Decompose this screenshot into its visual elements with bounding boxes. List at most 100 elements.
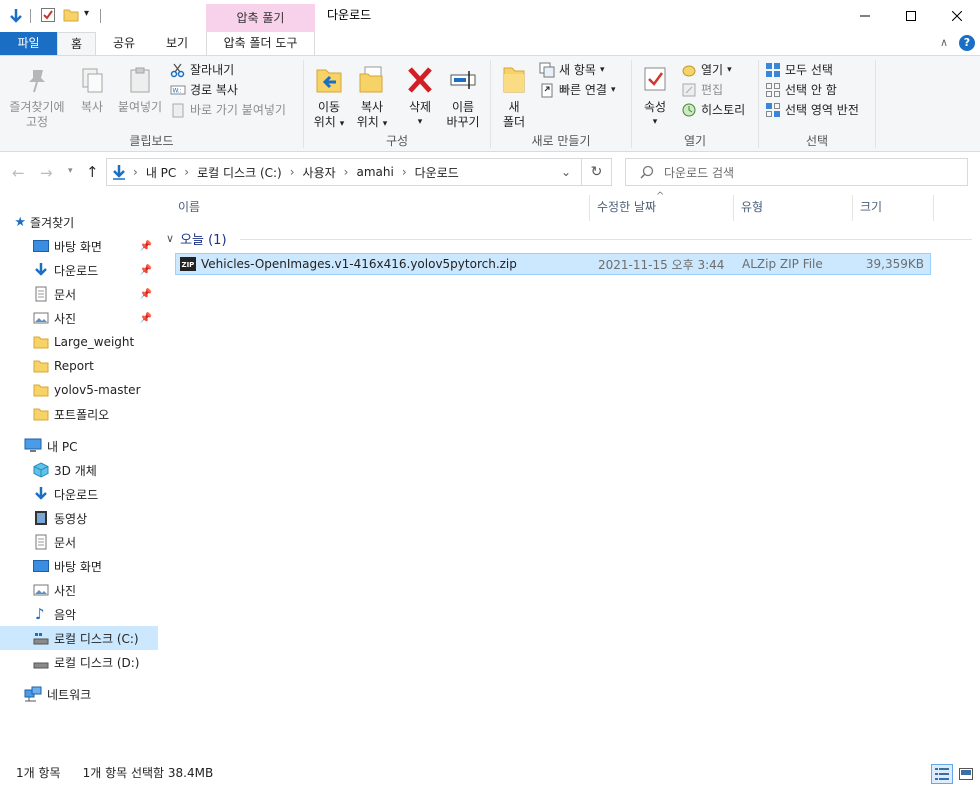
search-icon: [640, 165, 654, 179]
maximize-button[interactable]: [888, 0, 934, 32]
new-item-button[interactable]: 새 항목 ▾: [539, 60, 616, 80]
forward-arrow-icon[interactable]: →: [40, 164, 53, 182]
minimize-icon: [860, 15, 870, 17]
nav-quick-access[interactable]: ★ 즐겨찾기: [0, 210, 158, 234]
group-header-today[interactable]: ∨ 오늘 (1): [166, 227, 972, 249]
column-header-type[interactable]: 유형: [735, 195, 853, 221]
nav-desktop[interactable]: 바탕 화면 📌: [0, 234, 158, 258]
invert-selection-label: 선택 영역 반전: [785, 103, 859, 117]
window-title: 다운로드: [327, 8, 372, 22]
cut-button[interactable]: 잘라내기: [170, 60, 286, 80]
quick-access-down-arrow-icon[interactable]: [8, 7, 24, 28]
delete-button[interactable]: 삭제 ▾: [400, 64, 440, 130]
nav-pc-documents[interactable]: 문서: [0, 530, 158, 554]
details-view-icon: [935, 768, 949, 780]
select-all-button[interactable]: 모두 선택: [765, 60, 859, 80]
details-view-button[interactable]: [931, 764, 953, 784]
select-all-label: 모두 선택: [785, 63, 833, 77]
copy-path-label: 경로 복사: [190, 83, 238, 97]
tab-home[interactable]: 홈: [57, 32, 96, 55]
column-header-name[interactable]: 이름: [172, 195, 590, 221]
desktop-icon: [33, 560, 49, 572]
open-button[interactable]: 열기 ▾: [681, 60, 745, 80]
nav-folder-large-weight[interactable]: Large_weight: [0, 330, 158, 354]
copy-to-button[interactable]: 복사 위치 ▾: [350, 64, 394, 132]
new-folder-label-line1: 새: [508, 100, 520, 114]
refresh-icon: ↻: [590, 164, 603, 180]
new-folder-button[interactable]: 새 폴더: [494, 64, 534, 130]
nav-videos[interactable]: 동영상: [0, 506, 158, 530]
nav-pc-pictures[interactable]: 사진: [0, 578, 158, 602]
sort-caret-icon: ^: [656, 191, 665, 202]
search-box[interactable]: 다운로드 검색: [625, 158, 968, 186]
history-label: 히스토리: [701, 103, 746, 117]
recent-locations-chevron-icon[interactable]: ▾: [68, 166, 73, 176]
nav-3d-objects[interactable]: 3D 개체: [0, 458, 158, 482]
delete-x-icon: [408, 67, 432, 93]
nav-network[interactable]: 네트워크: [0, 682, 158, 706]
group-collapse-chevron-icon[interactable]: ∨: [166, 232, 174, 245]
rename-label-line2: 바꾸기: [446, 115, 480, 129]
nav-local-disk-d-label: 로컬 디스크 (D:): [54, 655, 140, 670]
videos-icon: [35, 511, 47, 525]
large-icons-view-button[interactable]: [955, 764, 977, 784]
new-folder-icon[interactable]: [63, 7, 79, 26]
nav-downloads[interactable]: 다운로드 📌: [0, 258, 158, 282]
back-arrow-icon[interactable]: ←: [12, 164, 25, 182]
history-button[interactable]: 히스토리: [681, 100, 745, 120]
invert-selection-button[interactable]: 선택 영역 반전: [765, 100, 859, 120]
nav-local-disk-d[interactable]: 로컬 디스크 (D:): [0, 650, 158, 674]
tab-compressed-folder-tools[interactable]: 압축 폴더 도구: [206, 32, 315, 55]
properties-button[interactable]: 속성 ▾: [635, 64, 675, 130]
column-header-size[interactable]: 크기: [854, 195, 934, 221]
address-bar[interactable]: › 내 PC › 로컬 디스크 (C:) › 사용자 › amahi › 다운로…: [106, 158, 582, 186]
nav-music[interactable]: ♪ 음악: [0, 602, 158, 626]
nav-folder-yolov5-master[interactable]: yolov5-master: [0, 378, 158, 402]
properties-check-icon[interactable]: [40, 7, 56, 26]
nav-pictures[interactable]: 사진 📌: [0, 306, 158, 330]
file-row[interactable]: ZIP Vehicles-OpenImages.v1-416x416.yolov…: [175, 253, 931, 275]
close-button[interactable]: [934, 0, 980, 32]
up-arrow-icon[interactable]: ↑: [86, 163, 99, 181]
context-tab-extract[interactable]: 압축 풀기: [206, 4, 315, 32]
help-icon[interactable]: ?: [959, 35, 975, 51]
minimize-button[interactable]: [842, 0, 888, 32]
copy-button[interactable]: 복사: [72, 66, 112, 115]
tab-file[interactable]: 파일: [0, 32, 57, 55]
status-bar: 1개 항목 1개 항목 선택함 38.4MB: [0, 758, 980, 786]
move-to-label-line1: 이동: [317, 100, 341, 114]
nav-folder-label: yolov5-master: [54, 383, 141, 397]
select-none-button[interactable]: 선택 안 함: [765, 80, 859, 100]
nav-pc-downloads[interactable]: 다운로드: [0, 482, 158, 506]
breadcrumb-this-pc[interactable]: 내 PC: [146, 164, 176, 181]
copy-icon: [82, 68, 103, 93]
edit-button[interactable]: 편집: [681, 80, 745, 100]
breadcrumb-local-disk-c[interactable]: 로컬 디스크 (C:): [197, 164, 282, 181]
move-to-button[interactable]: 이동 위치 ▾: [307, 64, 351, 132]
status-selection: 1개 항목 선택함 38.4MB: [82, 765, 214, 780]
qat-customize-chevron-icon[interactable]: ▾: [84, 8, 89, 19]
address-dropdown-chevron-icon[interactable]: ⌄: [561, 165, 571, 179]
rename-button[interactable]: 이름 바꾸기: [440, 64, 486, 130]
copy-path-button[interactable]: W.: 경로 복사: [170, 80, 286, 100]
tab-view[interactable]: 보기: [152, 32, 202, 55]
nav-folder-portfolio[interactable]: 포트폴리오: [0, 402, 158, 426]
file-modified: 2021-11-15 오후 3:44: [598, 257, 725, 272]
nav-folder-report[interactable]: Report: [0, 354, 158, 378]
tab-share[interactable]: 공유: [100, 32, 148, 55]
nav-this-pc[interactable]: 내 PC: [0, 434, 158, 458]
breadcrumb-amahi[interactable]: amahi: [356, 165, 393, 179]
paste-button[interactable]: 붙여넣기: [114, 66, 166, 115]
breadcrumb-users[interactable]: 사용자: [303, 164, 336, 181]
breadcrumb-downloads[interactable]: 다운로드: [415, 164, 459, 181]
easy-access-button[interactable]: 빠른 연결 ▾: [539, 80, 616, 100]
pin-to-quick-access-button[interactable]: 즐겨찾기에 고정: [4, 66, 70, 130]
ribbon-collapse-chevron-icon[interactable]: ∧: [940, 36, 948, 49]
nav-documents[interactable]: 문서 📌: [0, 282, 158, 306]
nav-pc-desktop[interactable]: 바탕 화면: [0, 554, 158, 578]
new-item-label: 새 항목: [559, 63, 596, 77]
paste-shortcut-button[interactable]: 바로 가기 붙여넣기: [170, 100, 286, 120]
refresh-button[interactable]: ↻: [582, 158, 612, 186]
open-label: 열기: [701, 63, 724, 77]
nav-local-disk-c[interactable]: 로컬 디스크 (C:): [0, 626, 158, 650]
